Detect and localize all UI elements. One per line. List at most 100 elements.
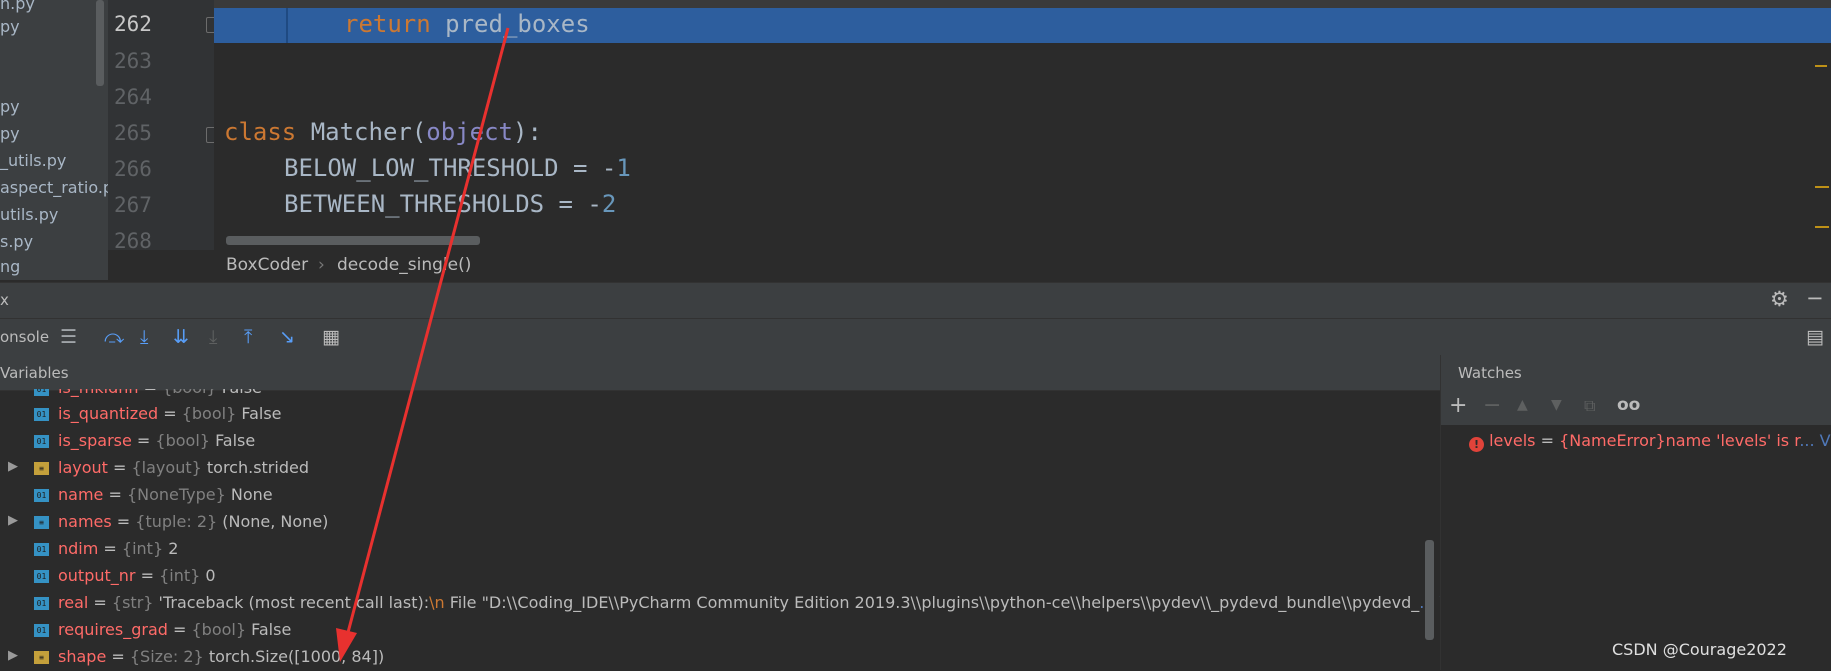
keyword-return: return [344,10,431,38]
indent-guide [286,8,288,43]
variable-value: False [215,431,256,450]
run-to-cursor-icon[interactable]: ↘ [279,326,295,348]
breadcrumb: BoxCoder › decode_single() [214,250,1831,282]
expand-arrow-icon[interactable]: ▶ [8,513,18,528]
project-file[interactable]: py [0,124,20,143]
project-file[interactable]: py [0,17,20,36]
watch-type: {NameError} [1559,431,1666,450]
line-number: 264 [114,85,152,109]
expand-arrow-icon[interactable]: ▶ [8,459,18,474]
move-down-icon[interactable]: ▼ [1551,397,1562,413]
line-number-gutter: 262 263 264 265 266 267 268 [108,0,220,253]
step-into-my-code-icon[interactable]: ⇊ [173,326,189,348]
equals-sign: = [106,647,130,666]
variable-type: {int} [121,539,164,558]
variable-value: (None, None) [222,512,329,531]
gear-icon[interactable]: ⚙ [1770,287,1789,311]
project-file[interactable]: py [0,97,20,116]
error-stripe-marker[interactable] [1815,186,1829,188]
variable-type: {str} [111,593,154,612]
layout-icon[interactable]: ▤ [1806,326,1824,348]
equals-sign: = [135,566,160,585]
variable-row[interactable]: ▶ ≡ shape = {Size: 2} torch.Size([1000, 84… [0,644,1430,671]
variable-name: shape [58,647,107,666]
primitive-icon: 01 [34,570,49,583]
code-line-266: BELOW_LOW_THRESHOLD = -1 [284,154,631,182]
console-tab[interactable]: onsole [0,328,49,346]
equals-sign: = [131,431,156,450]
project-file[interactable]: s.py [0,232,33,251]
step-over-icon[interactable]: ⤼ [104,326,124,348]
equals-sign: = [107,458,132,477]
project-file[interactable]: ng [0,257,20,276]
error-stripe-marker[interactable] [1815,65,1827,67]
watch-view-link[interactable]: ... View [1799,431,1831,450]
variable-row[interactable]: 01 real = {str} 'Traceback (most recent c… [0,590,1478,617]
project-file[interactable]: utils.py [0,205,58,224]
editor-horizontal-scrollbar[interactable] [226,236,480,245]
variable-text: names = {tuple: 2} (None, None) [58,512,328,531]
variable-type: {layout} [131,458,202,477]
breadcrumb-method[interactable]: decode_single() [337,255,471,275]
debug-tool-window-header: x ⚙ − [0,282,1831,319]
remove-watch-icon[interactable]: − [1483,393,1501,418]
step-into-icon[interactable]: ⤓ [140,326,148,348]
debug-tab-label[interactable]: x [0,291,9,309]
variable-name: output_nr [58,566,136,585]
error-icon: ! [1469,437,1484,452]
watermark: CSDN @Courage2022 [1612,640,1787,659]
variable-row-partial[interactable]: 01 is_mkldnn = {bool} False [0,389,1430,399]
show-execution-point-icon[interactable]: ☰ [60,326,77,348]
variable-type: {bool} [162,389,217,397]
variable-row[interactable]: 01 ndim = {int} 2 [0,536,1430,563]
watches-toolbar: + − ▲ ▼ ⧉ oo [1441,390,1831,425]
line-number: 265 [114,121,152,145]
variable-row[interactable]: 01 requires_grad = {bool} False [0,617,1430,644]
primitive-icon: 01 [34,597,49,610]
project-file[interactable]: aspect_ratio.py [0,178,108,197]
variable-row[interactable]: 01 is_sparse = {bool} False [0,428,1430,455]
watch-item[interactable]: ! levels = {NameError}name 'levels' is r… [1469,431,1831,452]
variables-scrollbar[interactable] [1425,540,1434,640]
add-watch-icon[interactable]: + [1449,393,1467,418]
primitive-icon: 01 [34,543,49,556]
primitive-icon: 01 [34,435,49,448]
code-number: 1 [616,154,631,182]
line-number: 263 [114,49,152,73]
force-step-into-icon[interactable]: ⤓ [209,326,217,348]
primitive-icon: 01 [34,408,49,421]
variable-row[interactable]: 01 output_nr = {int} 0 [0,563,1430,590]
variable-type: {Size: 2} [129,647,204,666]
variable-value: False [241,404,282,423]
variable-name: is_mkldnn [58,389,139,397]
project-file[interactable]: _utils.py [0,151,66,170]
expand-arrow-icon[interactable]: ▶ [8,648,18,663]
project-file[interactable]: n.py [0,0,35,13]
equals-sign: = [98,539,122,558]
move-up-icon[interactable]: ▲ [1517,397,1528,413]
equals-sign: = [103,485,127,504]
variable-text: output_nr = {int} 0 [58,566,216,585]
project-tree-scrollbar[interactable] [96,0,104,86]
variable-name: names [58,512,112,531]
breadcrumb-class[interactable]: BoxCoder [226,255,308,275]
error-stripe-marker[interactable] [1815,226,1829,228]
variable-row[interactable]: 01 name = {NoneType} None [0,482,1430,509]
breadcrumb-separator: › [318,255,325,275]
code-text: BETWEEN_THRESHOLDS = - [284,190,602,218]
code-text: pred_boxes [430,10,590,38]
evaluate-expression-icon[interactable]: ▦ [322,326,340,348]
watch-name: levels [1489,431,1536,450]
code-editor[interactable]: return pred_boxes class Matcher(object):… [214,0,1831,250]
glasses-icon[interactable]: oo [1617,395,1640,415]
watches-title: Watches [1458,364,1522,382]
minimize-icon[interactable]: − [1806,286,1824,310]
step-out-icon[interactable]: ⤒ [244,326,252,348]
variable-type: {bool} [181,404,237,423]
line-number: 262 [114,12,152,36]
variable-row[interactable]: ▶ ≡ layout = {layout} torch.strided [0,455,1430,482]
variable-row[interactable]: 01 is_quantized = {bool} False [0,401,1430,428]
primitive-icon: 01 [34,389,49,396]
variable-row[interactable]: ▶ ≡ names = {tuple: 2} (None, None) [0,509,1430,536]
duplicate-watch-icon[interactable]: ⧉ [1584,396,1595,416]
